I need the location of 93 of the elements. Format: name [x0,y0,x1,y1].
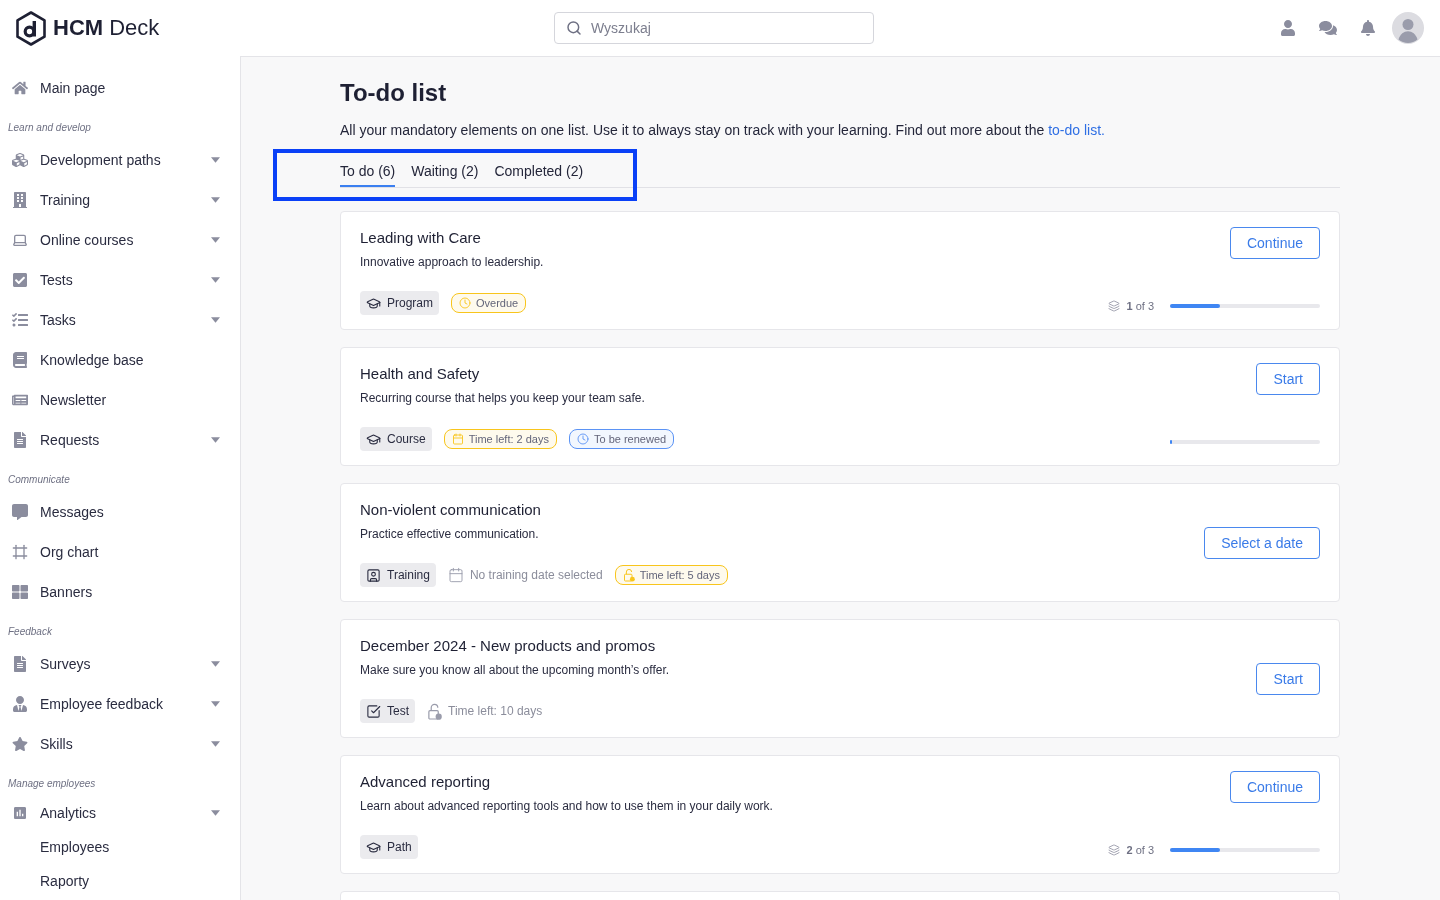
badge-label: Time left: 5 days [639,568,720,583]
card-title: Non-violent communication [360,500,542,520]
layers-icon [1108,300,1121,312]
home-icon [12,80,28,96]
search-field[interactable]: Wyszukaj [554,12,874,44]
tag-label: Test [387,703,409,719]
page-description: All your mandatory elements on one list. Use it to always stay on track with your learning. Find out more about the to-do list. [340,121,1106,140]
action-button[interactable]: Select a date [1204,527,1320,559]
card-description: Recurring course that helps you keep your team safe. [360,390,646,407]
section-heading: Communicate [8,474,70,486]
status-text: Time left: 10 days [448,703,543,719]
sidebar-item[interactable]: Newsletter [0,380,240,420]
badge-label: Time left: 2 days [468,432,549,447]
cubes-icon [12,152,28,168]
bar-chart-icon [12,805,28,821]
section-heading: Learn and develop [8,122,91,134]
sidebar-item[interactable]: Raporty [0,864,240,898]
profile-icon[interactable] [1280,20,1296,36]
sidebar-item[interactable]: Surveys [0,644,240,684]
tag-label: Course [387,431,426,447]
person-icon [12,696,28,712]
calendar-icon [451,433,464,445]
sidebar-item[interactable]: Skills [0,724,240,764]
tag-label: Path [387,839,412,855]
logo-icon[interactable] [16,10,46,46]
card-title: Health and Safety [360,364,481,384]
card-description: Make sure you know all about the upcoming month’s offer. [360,662,671,679]
sidebar-item[interactable]: Tasks [0,300,240,340]
person-card-icon [366,567,381,583]
card-title: Advanced reporting [360,772,492,792]
star-icon [12,736,28,752]
calendar-icon [447,567,464,583]
book-icon [12,352,28,368]
card-description: Innovative approach to leadership. [360,254,545,271]
card-title: Leading with Care [360,228,482,248]
sidebar-item[interactable]: Employees [0,830,240,864]
sidebar-item[interactable]: Org chart [0,532,240,572]
action-button[interactable]: Start [1256,663,1320,695]
checkbox-icon [366,703,381,719]
tab[interactable]: Waiting (2) [411,161,479,187]
card-title: December 2024 - New products and promos [360,636,657,656]
sidebar-item[interactable]: Requests [0,420,240,460]
document-icon [12,432,28,448]
action-button[interactable]: Continue [1229,227,1320,259]
chat-icon[interactable] [1319,19,1337,37]
laptop-icon [12,232,28,248]
sidebar-item[interactable]: Tests [0,260,240,300]
sidebar-item[interactable]: Training [0,180,240,220]
grid-icon [12,584,28,600]
status-text: No training date selected [469,567,603,583]
sidebar-item[interactable]: Development paths [0,140,240,180]
graduation-cap-icon [366,295,381,311]
page-title: To-do list [340,78,448,108]
padlock-icon [622,568,635,582]
action-button[interactable]: Continue [1229,771,1320,803]
sidebar-item[interactable]: Main page [0,68,240,108]
tag-label: Program [387,295,433,311]
avatar-icon[interactable] [1392,12,1424,44]
tab[interactable]: To do (6) [340,161,396,187]
speech-bubble-icon [12,504,28,520]
brand-name: HCM Deck [53,14,160,42]
sidebar-item[interactable]: Analytics [0,796,240,830]
newspaper-icon [12,392,28,408]
sidebar-item[interactable]: Employee feedback [0,684,240,724]
progress-count: 2 of 3 [1126,843,1154,858]
tag-label: Training [387,567,430,583]
document-icon [12,656,28,672]
padlock-icon [427,702,442,720]
sidebar-item[interactable]: Knowledge base [0,340,240,380]
checkbox-icon [12,272,28,288]
graduation-cap-icon [366,839,381,855]
card-description: Learn about advanced reporting tools and how to use them in your daily work. [360,798,774,815]
section-heading: Feedback [8,626,52,638]
clock-icon [459,297,471,309]
sidebar-item[interactable]: Banners [0,572,240,612]
frame-icon [12,544,28,560]
layers-icon [1108,844,1121,856]
clock-icon [577,433,589,445]
sidebar-item[interactable]: Online courses [0,220,240,260]
sidebar-item[interactable]: Messages [0,492,240,532]
building-icon [12,192,28,208]
badge-label: To be renewed [594,432,667,447]
graduation-cap-icon [366,431,381,447]
search-icon [566,20,582,36]
action-button[interactable]: Start [1256,363,1320,395]
progress-count: 1 of 3 [1126,299,1154,314]
card-description: Practice effective communication. [360,526,540,543]
badge-label: Overdue [476,296,519,311]
help-link[interactable]: to-do list. [1048,122,1105,138]
tab[interactable]: Completed (2) [494,161,584,187]
section-heading: Manage employees [8,778,96,790]
checklist-icon [12,312,28,328]
bell-icon[interactable] [1360,20,1376,36]
